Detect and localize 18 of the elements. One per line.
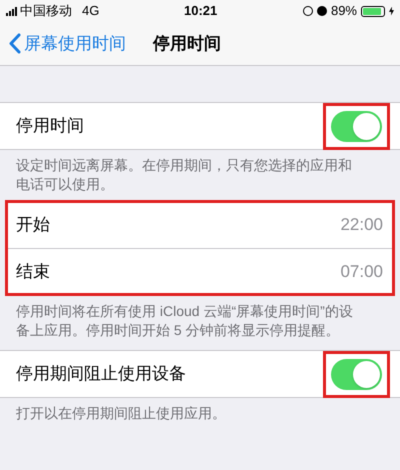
battery-percent: 89% xyxy=(330,2,357,20)
time-row[interactable]: 结束 07:00 xyxy=(5,248,395,295)
nav-title: 停用时间 xyxy=(153,32,221,55)
footer-note: 打开以在停用期间阻止使用应用。 xyxy=(15,404,227,423)
status-time: 10:21 xyxy=(184,2,218,20)
battery-icon xyxy=(361,6,385,16)
network-type: 4G xyxy=(82,2,100,20)
time-row[interactable]: 开始 22:00 xyxy=(5,201,395,248)
carrier-name: 中国移动 xyxy=(20,2,72,20)
footer-note: 设定时间远离屏幕。在停用期间，只有您选择的应用和电话可以使用。 xyxy=(15,156,353,194)
back-button[interactable]: 屏幕使用时间 xyxy=(8,30,126,56)
footer-note: 停用时间将在所有使用 iCloud 云端“屏幕使用时间”的设备上应用。停用时间开始 5 分钟前将显示停用提醒。 xyxy=(15,302,354,340)
row-label: 停用时间 xyxy=(16,115,84,138)
toggle-switch[interactable] xyxy=(331,358,382,390)
row-label: 停用期间阻止使用设备 xyxy=(16,363,186,386)
toggle-switch[interactable] xyxy=(331,110,382,142)
signal-icon xyxy=(6,6,17,16)
back-chevron-icon[interactable] xyxy=(8,33,21,54)
